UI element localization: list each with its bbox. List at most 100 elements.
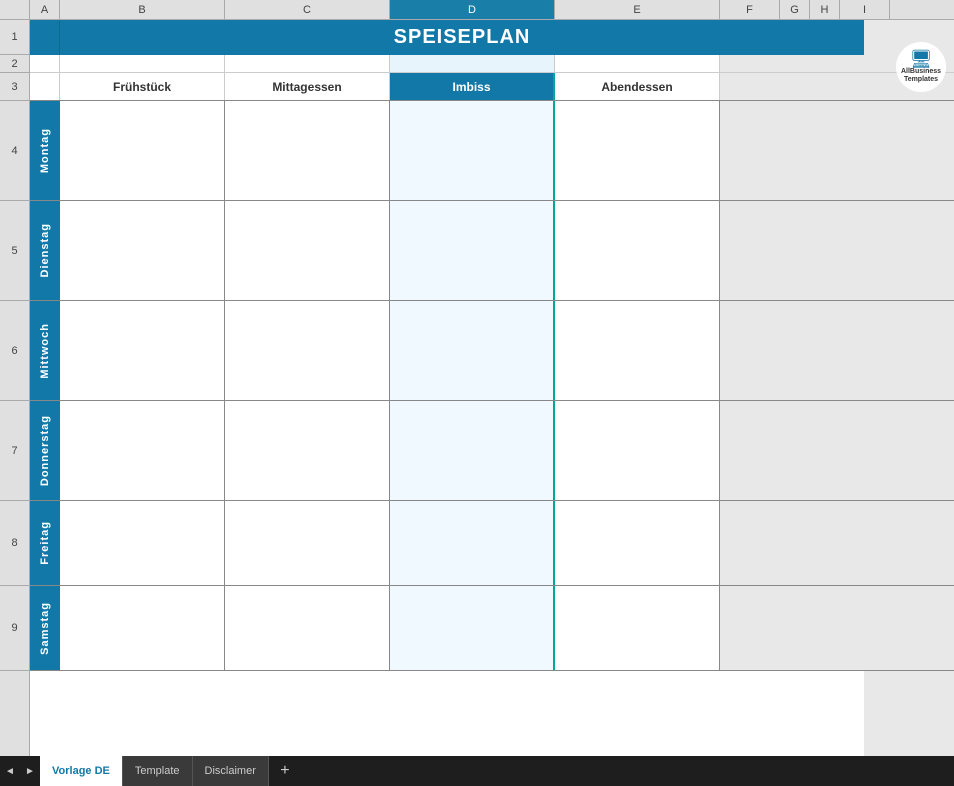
- day-label-donnerstag-cell: Donnerstag: [30, 401, 60, 500]
- dienstag-abendessen[interactable]: [555, 201, 720, 300]
- montag-imbiss[interactable]: [390, 101, 555, 200]
- samstag-mittagessen[interactable]: [225, 586, 390, 670]
- header-mittagessen: Mittagessen: [225, 73, 390, 100]
- col-header-c: C: [225, 0, 390, 19]
- col-header-g: G: [780, 0, 810, 19]
- freitag-mittagessen[interactable]: [225, 501, 390, 585]
- tab-add-button[interactable]: +: [273, 759, 297, 783]
- day-label-freitag-cell: Freitag: [30, 501, 60, 585]
- montag-abendessen[interactable]: [555, 101, 720, 200]
- day-label-donnerstag: Donnerstag: [39, 415, 51, 486]
- column-headers: A B C D E F G H I: [0, 0, 954, 20]
- title-row: SPEISEPLAN 🖥 AllBusiness Templates: [30, 20, 954, 55]
- bottom-space: [30, 671, 954, 756]
- col-header-d[interactable]: D: [390, 0, 555, 19]
- dienstag-imbiss[interactable]: [390, 201, 555, 300]
- montag-right: [720, 101, 954, 200]
- montag-fruehstueck[interactable]: [60, 101, 225, 200]
- montag-mittagessen[interactable]: [225, 101, 390, 200]
- logo-panel: 🖥 AllBusiness Templates: [864, 20, 954, 55]
- row-freitag: Freitag: [30, 501, 954, 586]
- day-label-mittwoch-cell: Mittwoch: [30, 301, 60, 400]
- logo-text-line1: AllBusiness: [901, 68, 941, 76]
- day-label-montag: Montag: [39, 128, 51, 173]
- mittwoch-mittagessen[interactable]: [225, 301, 390, 400]
- donnerstag-mittagessen[interactable]: [225, 401, 390, 500]
- row2-col-b: [60, 55, 225, 72]
- samstag-imbiss[interactable]: [390, 586, 555, 670]
- col-header-i: I: [840, 0, 890, 19]
- row-num-5: 5: [0, 201, 29, 301]
- row-donnerstag: Donnerstag: [30, 401, 954, 501]
- tab-scroll-prev[interactable]: ◄: [0, 756, 20, 786]
- freitag-imbiss[interactable]: [390, 501, 555, 585]
- row-2: [30, 55, 954, 73]
- row-num-4: 4: [0, 101, 29, 201]
- spreadsheet: A B C D E F G H I 1 2 3 4 5 6 7 8 9: [0, 0, 954, 756]
- day-label-dienstag: Dienstag: [39, 223, 51, 277]
- row2-col-e: [555, 55, 720, 72]
- day-label-freitag: Freitag: [39, 521, 51, 565]
- row-mittwoch: Mittwoch: [30, 301, 954, 401]
- dienstag-fruehstueck[interactable]: [60, 201, 225, 300]
- tab-disclaimer[interactable]: Disclaimer: [193, 756, 269, 786]
- tab-scroll-next[interactable]: ►: [20, 756, 40, 786]
- header-imbiss: Imbiss: [390, 73, 555, 100]
- tab-vorlage-de[interactable]: Vorlage DE: [40, 756, 123, 786]
- row-num-3: 3: [0, 73, 29, 101]
- freitag-fruehstueck[interactable]: [60, 501, 225, 585]
- logo: 🖥 AllBusiness Templates: [896, 42, 946, 92]
- row2-col-d: [390, 55, 555, 72]
- spreadsheet-title: SPEISEPLAN: [60, 20, 864, 55]
- header-abendessen: Abendessen: [555, 73, 720, 100]
- day-label-dienstag-cell: Dienstag: [30, 201, 60, 300]
- row-num-6: 6: [0, 301, 29, 401]
- row-num-7: 7: [0, 401, 29, 501]
- dienstag-right: [720, 201, 954, 300]
- freitag-abendessen[interactable]: [555, 501, 720, 585]
- title-row-col-a: [30, 20, 60, 55]
- donnerstag-abendessen[interactable]: [555, 401, 720, 500]
- donnerstag-imbiss[interactable]: [390, 401, 555, 500]
- header-row: Frühstück Mittagessen Imbiss Abendessen: [30, 73, 954, 101]
- col-header-f: F: [720, 0, 780, 19]
- dienstag-mittagessen[interactable]: [225, 201, 390, 300]
- day-label-samstag: Samstag: [39, 602, 51, 655]
- freitag-right: [720, 501, 954, 585]
- samstag-right: [720, 586, 954, 670]
- samstag-fruehstueck[interactable]: [60, 586, 225, 670]
- row-num-2: 2: [0, 55, 29, 73]
- row-montag: Montag: [30, 101, 954, 201]
- col-header-b: B: [60, 0, 225, 19]
- day-label-mittwoch: Mittwoch: [39, 323, 51, 379]
- day-label-montag-cell: Montag: [30, 101, 60, 200]
- mittwoch-right: [720, 301, 954, 400]
- mittwoch-fruehstueck[interactable]: [60, 301, 225, 400]
- samstag-abendessen[interactable]: [555, 586, 720, 670]
- row2-col-a: [30, 55, 60, 72]
- grid-wrapper: SPEISEPLAN 🖥 AllBusiness Templates: [30, 20, 954, 756]
- row2-col-c: [225, 55, 390, 72]
- corner-cell: [0, 0, 30, 19]
- row-num-8: 8: [0, 501, 29, 586]
- tab-template[interactable]: Template: [123, 756, 193, 786]
- tab-bar: ◄ ► Vorlage DE Template Disclaimer +: [0, 756, 954, 786]
- col-header-h: H: [810, 0, 840, 19]
- row-samstag: Samstag: [30, 586, 954, 671]
- row-num-9: 9: [0, 586, 29, 671]
- donnerstag-right: [720, 401, 954, 500]
- header-col-a: [30, 73, 60, 100]
- row-numbers: 1 2 3 4 5 6 7 8 9: [0, 20, 30, 756]
- monitor-icon: 🖥: [910, 50, 933, 68]
- col-header-a: A: [30, 0, 60, 19]
- spreadsheet-area: 1 2 3 4 5 6 7 8 9 SPEISEPLAN 🖥 A: [0, 20, 954, 756]
- logo-text-line2: Templates: [904, 76, 938, 84]
- row-num-1: 1: [0, 20, 29, 55]
- mittwoch-imbiss[interactable]: [390, 301, 555, 400]
- day-label-samstag-cell: Samstag: [30, 586, 60, 670]
- header-fruehstueck: Frühstück: [60, 73, 225, 100]
- mittwoch-abendessen[interactable]: [555, 301, 720, 400]
- donnerstag-fruehstueck[interactable]: [60, 401, 225, 500]
- col-header-e: E: [555, 0, 720, 19]
- row-dienstag: Dienstag: [30, 201, 954, 301]
